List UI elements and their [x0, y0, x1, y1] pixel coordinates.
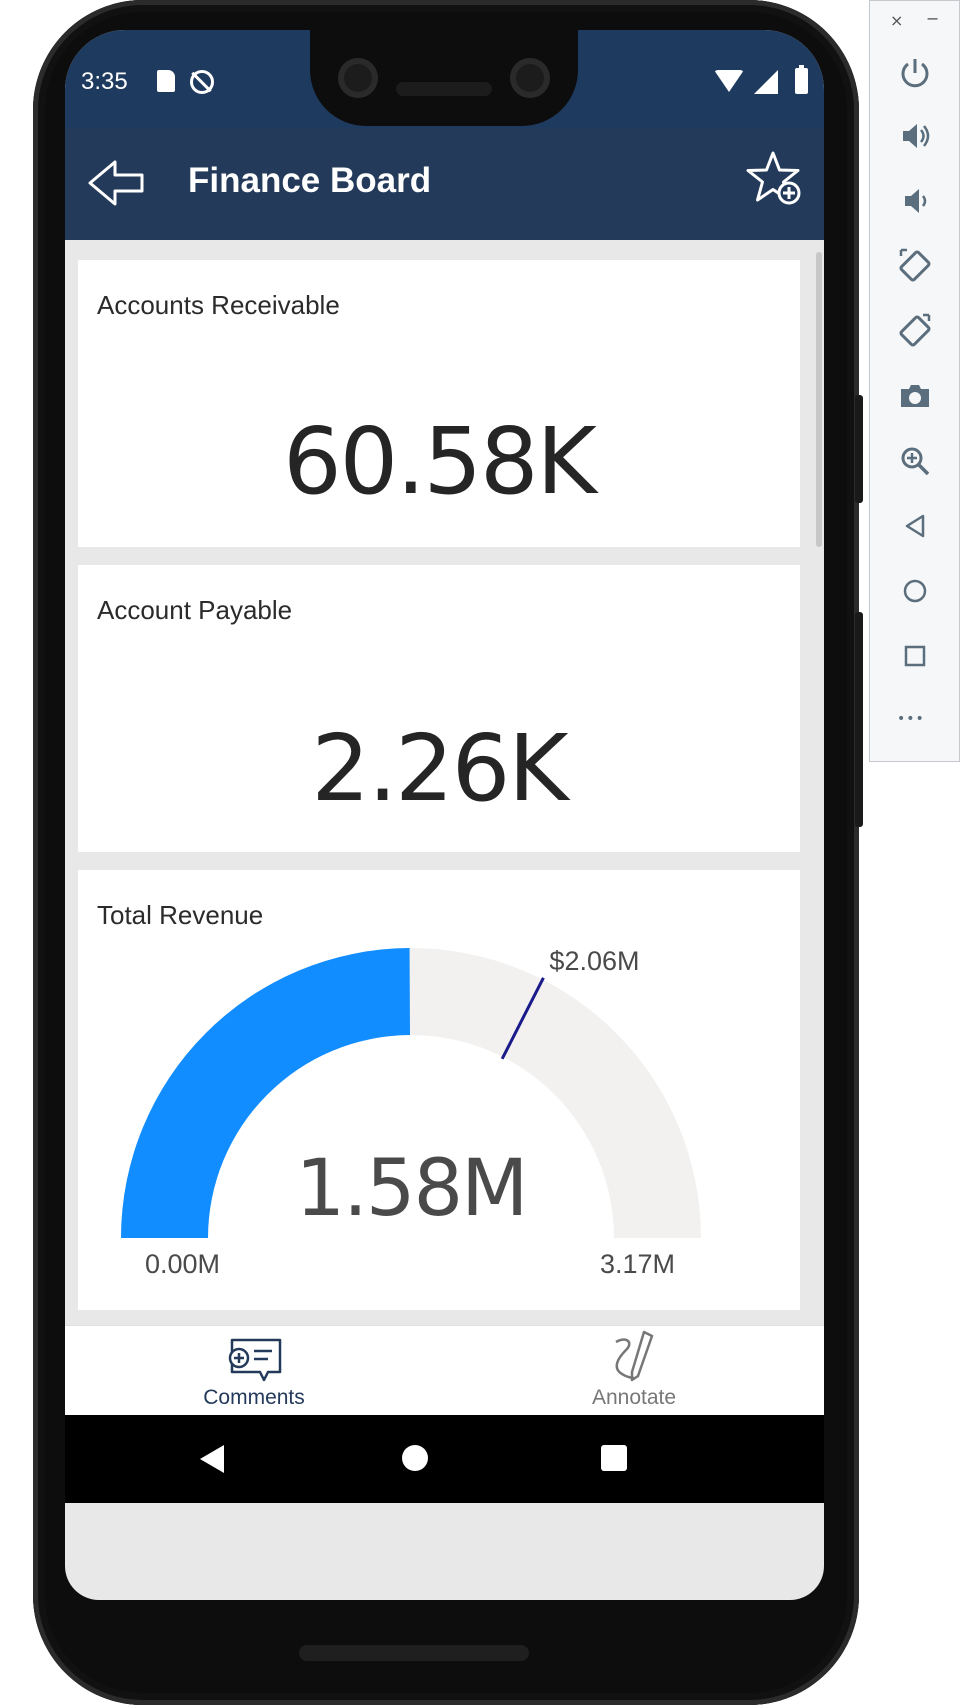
power-side-button	[855, 395, 863, 503]
app-header: Finance Board	[65, 128, 824, 240]
card-title: Accounts Receivable	[97, 290, 340, 320]
nav-recents-icon[interactable]	[601, 1445, 627, 1471]
annotate-pen-icon	[615, 1330, 654, 1382]
front-camera-left	[338, 58, 378, 98]
android-navigation-bar	[65, 1415, 824, 1503]
nav-home-icon[interactable]	[402, 1445, 428, 1471]
bottom-action-bar: Comments Annotate	[65, 1325, 824, 1416]
gauge-max-label: 3.17M	[600, 1249, 675, 1279]
wifi-icon	[714, 70, 744, 92]
emulator-overview-icon[interactable]	[895, 636, 935, 676]
rotate-right-icon[interactable]	[895, 311, 935, 351]
power-icon[interactable]	[895, 53, 935, 93]
volume-side-button	[855, 612, 863, 827]
status-time: 3:35	[81, 68, 128, 95]
back-arrow-icon[interactable]	[87, 158, 147, 208]
cell-signal-icon	[754, 70, 778, 94]
emulator-home-icon[interactable]	[895, 571, 935, 611]
emulator-close-button[interactable]: ×	[890, 11, 903, 30]
camera-icon[interactable]	[895, 376, 935, 416]
emulator-back-icon[interactable]	[895, 506, 935, 546]
gauge-min-label: 0.00M	[145, 1249, 220, 1279]
phone-screen: 3:35 Finance Board Accounts Receivable 6…	[65, 30, 824, 1600]
kpi-card-accounts-receivable[interactable]: Accounts Receivable 60.58K	[78, 260, 800, 547]
more-options-icon[interactable]: •••	[897, 711, 925, 727]
gauge-card-total-revenue[interactable]: Total Revenue $2.06M 1.58M 0.00M 3.17M	[78, 870, 800, 1310]
battery-icon	[795, 65, 808, 94]
kpi-value: 60.58K	[283, 408, 597, 515]
emulator-toolbar: × − •••	[869, 0, 960, 762]
gauge-target-label: $2.06M	[549, 946, 639, 976]
camera-notch	[310, 30, 578, 126]
revenue-gauge: $2.06M 1.58M 0.00M 3.17M	[121, 946, 701, 1279]
status-bar: 3:35	[65, 30, 824, 128]
data-saver-icon	[190, 70, 214, 94]
annotate-label: Annotate	[591, 1386, 677, 1409]
rotate-left-icon[interactable]	[895, 246, 935, 286]
emulator-minimize-button[interactable]: −	[926, 9, 939, 28]
front-camera-right	[510, 58, 550, 98]
card-title: Account Payable	[97, 595, 293, 625]
sd-card-icon	[157, 70, 175, 92]
zoom-icon[interactable]	[895, 441, 935, 481]
comments-button[interactable]: Comments	[154, 1326, 354, 1416]
page-title: Finance Board	[188, 161, 432, 200]
comments-icon	[228, 1338, 282, 1382]
gauge-value-label: 1.58M	[296, 1144, 527, 1234]
volume-down-icon[interactable]	[895, 181, 935, 221]
comments-label: Comments	[203, 1386, 305, 1409]
kpi-card-account-payable[interactable]: Account Payable 2.26K	[78, 565, 800, 852]
dashboard-content[interactable]: Accounts Receivable 60.58K Account Payab…	[65, 240, 824, 1325]
earpiece-speaker	[396, 82, 492, 96]
nav-back-icon[interactable]	[200, 1445, 224, 1473]
volume-up-icon[interactable]	[895, 116, 935, 156]
add-favorite-star-icon[interactable]	[746, 150, 804, 208]
annotate-button[interactable]: Annotate	[534, 1326, 734, 1416]
chin-speaker	[299, 1645, 529, 1661]
scrollbar-thumb[interactable]	[816, 252, 822, 547]
kpi-value: 2.26K	[311, 715, 568, 822]
